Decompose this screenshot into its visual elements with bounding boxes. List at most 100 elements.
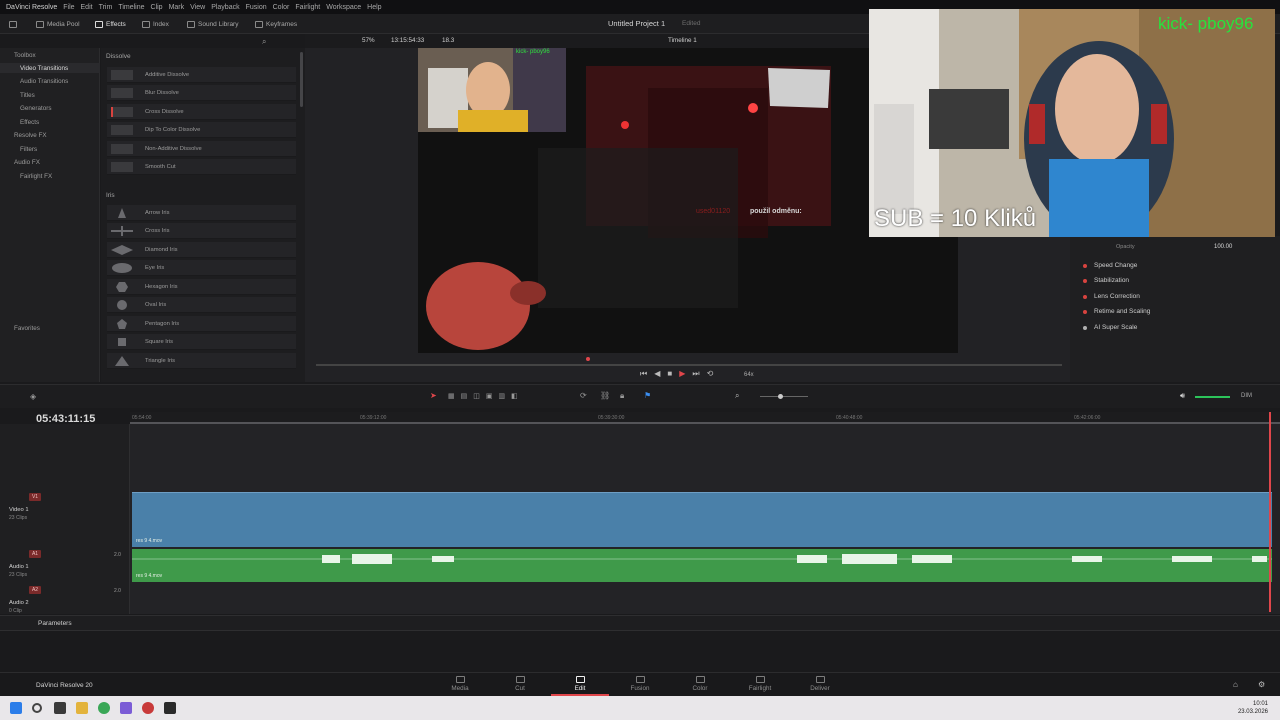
sidebar-item-audio-fx[interactable]: Audio FX xyxy=(14,159,40,166)
track-tag-a2[interactable]: A2 xyxy=(29,586,41,594)
menu-trim[interactable]: Trim xyxy=(99,4,113,11)
page-tab-cut[interactable]: Cut xyxy=(490,676,550,692)
step-back-icon[interactable]: ◀ xyxy=(654,369,667,378)
windows-start-icon[interactable] xyxy=(10,702,22,714)
obs-icon[interactable] xyxy=(120,702,132,714)
viewer-scrubber[interactable] xyxy=(316,364,1062,366)
index-button[interactable]: Index xyxy=(142,18,169,30)
inspector-item[interactable]: Lens Correction xyxy=(1070,289,1280,304)
link-icon[interactable]: ⛓ xyxy=(600,391,610,400)
menu-clip[interactable]: Clip xyxy=(151,4,163,11)
sidebar-item-generators[interactable]: Generators xyxy=(20,105,52,112)
sidebar-toggle-button[interactable] xyxy=(9,18,17,30)
menu-view[interactable]: View xyxy=(190,4,205,11)
effect-item[interactable]: Eye Iris xyxy=(107,260,296,276)
davinci-taskbar-icon[interactable] xyxy=(142,702,154,714)
sidebar-item-resolve-fx[interactable]: Resolve FX xyxy=(14,132,47,139)
sidebar-item-filters[interactable]: Filters xyxy=(20,146,37,153)
track-tag-v1[interactable]: V1 xyxy=(29,493,41,501)
zoom-slider-handle[interactable] xyxy=(778,394,783,399)
flag-icon[interactable]: ⚑ xyxy=(644,391,651,400)
page-tab-fairlight[interactable]: Fairlight xyxy=(730,676,790,692)
timeline-ruler[interactable]: 05:54:00 05:39:12:00 05:39:30:00 05:40:4… xyxy=(130,412,1280,424)
page-tab-deliver[interactable]: Deliver xyxy=(790,676,850,692)
zoom-icon[interactable]: ⌕ xyxy=(735,391,739,401)
enabled-dot-icon[interactable] xyxy=(1083,294,1087,299)
inspector-item[interactable]: Stabilization xyxy=(1070,273,1280,288)
menu-workspace[interactable]: Workspace xyxy=(326,4,361,11)
system-clock[interactable]: 10:01 23.03.2026 xyxy=(1238,700,1268,716)
enabled-dot-icon[interactable] xyxy=(1083,263,1087,268)
dim-button[interactable]: DIM xyxy=(1241,393,1252,399)
track-tag-a1[interactable]: A1 xyxy=(29,550,41,558)
menu-help[interactable]: Help xyxy=(367,4,381,11)
sidebar-item-effects[interactable]: Effects xyxy=(20,119,39,126)
selection-tool-icon[interactable]: ➤ xyxy=(430,391,437,400)
lock-icon[interactable]: 🔒︎ xyxy=(620,391,624,401)
enabled-dot-icon[interactable] xyxy=(1083,325,1087,330)
settings-gear-icon[interactable]: ⚙ xyxy=(1258,680,1265,689)
media-pool-button[interactable]: Media Pool xyxy=(36,18,80,30)
effect-item[interactable]: Hexagon Iris xyxy=(107,279,296,295)
loop-icon[interactable]: ⟲ xyxy=(707,369,721,378)
effect-item[interactable]: Cross Dissolve xyxy=(107,104,296,120)
zoom-dropdown[interactable]: 57% xyxy=(362,37,375,44)
task-view-icon[interactable] xyxy=(54,702,66,714)
effect-item[interactable]: Diamond Iris xyxy=(107,242,296,258)
effect-item[interactable]: Blur Dissolve xyxy=(107,85,296,101)
favorites-header[interactable]: Favorites xyxy=(14,325,40,332)
effect-item[interactable]: Triangle Iris xyxy=(107,353,296,369)
layout-icon[interactable]: ◈ xyxy=(30,392,36,401)
edit-tools[interactable]: ▦▤◫▣▥◧ xyxy=(448,392,524,400)
transport-controls[interactable]: ⏮◀■▶⏭⟲ xyxy=(640,369,720,379)
effect-item[interactable]: Additive Dissolve xyxy=(107,67,296,83)
home-icon[interactable]: ⌂ xyxy=(1233,680,1238,689)
menu-fusion[interactable]: Fusion xyxy=(246,4,267,11)
iris-section-header[interactable]: Iris xyxy=(106,192,115,199)
enabled-dot-icon[interactable] xyxy=(1083,278,1087,283)
effects-scrollbar[interactable] xyxy=(300,52,303,107)
effect-item[interactable]: Dip To Color Dissolve xyxy=(107,122,296,138)
audio-clip[interactable]: res 9 4.mov xyxy=(132,549,1272,582)
menu-edit[interactable]: Edit xyxy=(81,4,93,11)
effects-button[interactable]: Effects xyxy=(95,18,126,30)
sound-library-button[interactable]: Sound Library xyxy=(187,18,238,30)
effect-item[interactable]: Square Iris xyxy=(107,334,296,350)
keyframes-button[interactable]: Keyframes xyxy=(255,18,297,30)
volume-icon[interactable]: 🔊︎ xyxy=(1180,391,1185,401)
effect-item[interactable]: Non-Additive Dissolve xyxy=(107,141,296,157)
file-explorer-icon[interactable] xyxy=(76,702,88,714)
toolbox-header[interactable]: Toolbox xyxy=(14,52,36,59)
dissolve-section-header[interactable]: Dissolve xyxy=(106,53,131,60)
chrome-icon[interactable] xyxy=(98,702,110,714)
jump-end-icon[interactable]: ⏭ xyxy=(692,369,706,378)
video-clip[interactable]: res 9 4.mov xyxy=(132,492,1272,547)
viewer-playhead[interactable] xyxy=(586,357,590,361)
menu-playback[interactable]: Playback xyxy=(211,4,239,11)
page-tab-fusion[interactable]: Fusion xyxy=(610,676,670,692)
parameters-label[interactable]: Parameters xyxy=(38,620,72,627)
terminal-icon[interactable] xyxy=(164,702,176,714)
menu-color[interactable]: Color xyxy=(273,4,290,11)
jump-start-icon[interactable]: ⏮ xyxy=(640,369,654,378)
volume-slider[interactable] xyxy=(1195,396,1230,398)
app-menu[interactable]: DaVinci Resolve xyxy=(6,4,57,11)
sidebar-item-titles[interactable]: Titles xyxy=(20,92,35,99)
timeline-zoom-slider[interactable] xyxy=(760,396,808,397)
effect-item[interactable]: Arrow Iris xyxy=(107,205,296,221)
enabled-dot-icon[interactable] xyxy=(1083,309,1087,314)
sidebar-item-video-transitions[interactable]: Video Transitions xyxy=(20,65,68,72)
stop-icon[interactable]: ■ xyxy=(667,369,679,378)
inspector-item[interactable]: Retime and Scaling xyxy=(1070,304,1280,319)
inspector-item[interactable]: AI Super Scale xyxy=(1070,320,1280,335)
page-tab-color[interactable]: Color xyxy=(670,676,730,692)
effect-item[interactable]: Cross Iris xyxy=(107,223,296,239)
menu-file[interactable]: File xyxy=(63,4,74,11)
menu-mark[interactable]: Mark xyxy=(169,4,185,11)
play-icon[interactable]: ▶ xyxy=(679,369,692,378)
inspector-item[interactable]: Speed Change xyxy=(1070,258,1280,273)
page-tab-media[interactable]: Media xyxy=(430,676,490,692)
menu-timeline[interactable]: Timeline xyxy=(118,4,144,11)
sidebar-item-fairlight-fx[interactable]: Fairlight FX xyxy=(20,173,52,180)
timeline-selector[interactable]: Timeline 1 xyxy=(668,37,697,44)
